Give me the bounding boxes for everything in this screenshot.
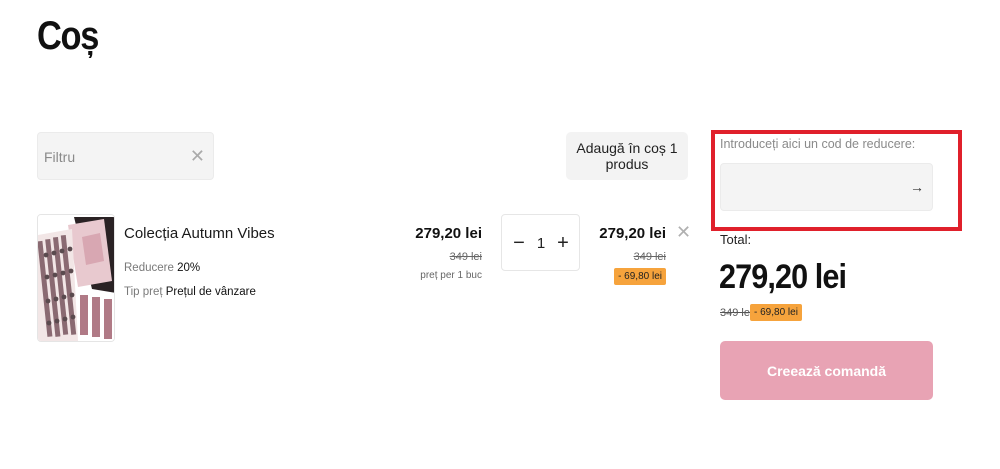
total-old-price: 349 lei [720,307,753,319]
add-to-cart-button[interactable]: Adaugă în coș 1 produs [566,132,688,180]
unit-price-note: preț per 1 buc [420,270,482,281]
page-title: Coș [37,14,99,58]
total-value: 279,20 lei [719,258,847,296]
unit-old-price: 349 lei [449,251,482,263]
eyeshadow-palette-image [38,215,114,341]
total-discount-badge: - 69,80 lei [750,304,802,321]
promo-code-label: Introduceți aici un cod de reducere: [720,137,916,151]
price-type-row: Tip preț Prețul de vânzare [124,286,256,298]
filter-field[interactable]: ✕ [37,132,214,180]
product-name[interactable]: Colecția Autumn Vibes [124,225,275,242]
close-icon[interactable]: ✕ [190,146,205,166]
discount-badge: - 69,80 lei [614,268,666,285]
discount-label: Reducere [124,262,174,274]
discount-row: Reducere 20% [124,262,200,274]
checkout-button[interactable]: Creează comandă [720,341,933,400]
filter-input[interactable] [44,147,184,167]
unit-price: 279,20 lei [415,225,482,242]
line-old-price: 349 lei [633,251,666,263]
minus-icon[interactable]: − [510,231,528,255]
discount-value: 20% [177,262,201,274]
arrow-right-icon[interactable]: → [910,177,924,197]
price-type-label: Tip preț [124,286,163,298]
close-icon[interactable]: ✕ [676,222,691,242]
total-label: Total: [720,232,752,247]
plus-icon[interactable]: + [554,231,572,255]
quantity-input[interactable] [532,233,550,253]
line-total: 279,20 lei [599,225,666,242]
price-type-value: Prețul de vânzare [165,286,256,298]
quantity-stepper[interactable]: − + [501,214,580,271]
promo-code-field[interactable]: → [720,163,933,211]
promo-code-input[interactable] [729,178,899,198]
product-image[interactable] [37,214,115,342]
